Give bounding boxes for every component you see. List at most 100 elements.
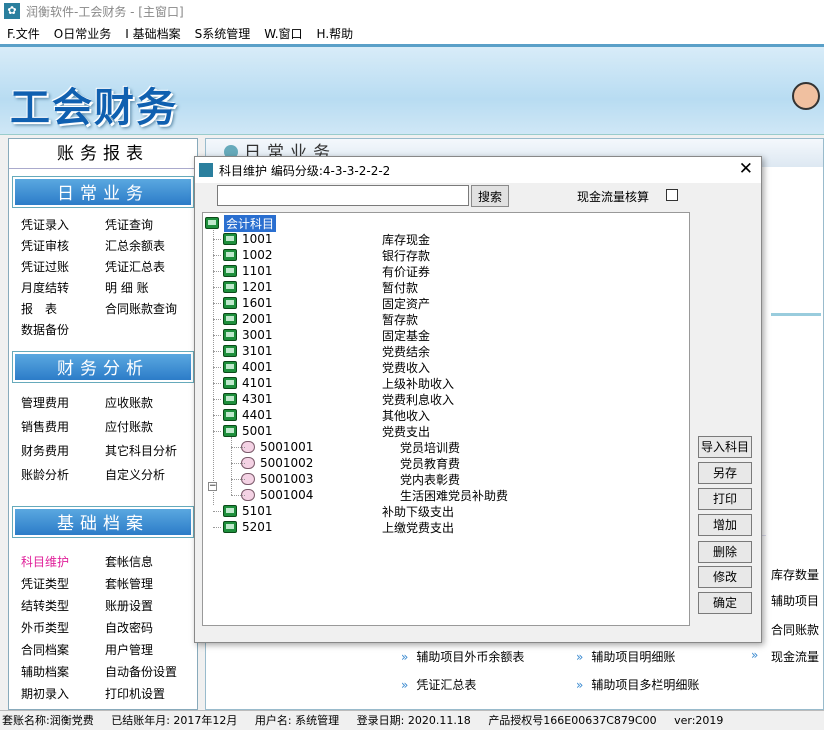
nav-item[interactable]: 账册设置: [105, 596, 197, 617]
account-name: 党员教育费: [400, 456, 461, 471]
nav-item[interactable]: 合同档案: [21, 640, 105, 661]
right-label-aux[interactable]: 辅助项目: [771, 592, 819, 609]
tree-node[interactable]: 4401 其他收入: [223, 407, 430, 423]
tree-guide-line: [231, 437, 232, 495]
tree-node[interactable]: 5101 补助下级支出: [223, 503, 454, 519]
menu-help[interactable]: H.帮助: [310, 25, 361, 42]
tree-node[interactable]: 5001004 生活困难党员补助费: [241, 487, 508, 503]
nav-item[interactable]: 应付账款: [105, 417, 197, 438]
ledger-icon: [223, 393, 237, 405]
ledger-icon: [223, 281, 237, 293]
right-label-contract[interactable]: 合同账款: [771, 621, 819, 638]
nav-item[interactable]: 销售费用: [21, 417, 105, 438]
nav-item[interactable]: 打印机设置: [105, 684, 197, 705]
user-avatar-icon[interactable]: [792, 82, 820, 110]
tree-root[interactable]: 会计科目: [205, 214, 277, 232]
nav-item[interactable]: 期初录入: [21, 684, 105, 705]
add-button[interactable]: 增加: [698, 514, 752, 536]
menu-window[interactable]: W.窗口: [257, 25, 309, 42]
nav-item[interactable]: 明 细 账: [105, 278, 197, 299]
tree-node[interactable]: 4101 上级补助收入: [223, 375, 454, 391]
section-daily[interactable]: 日常业务: [12, 176, 194, 208]
tree-node[interactable]: 1201 暂付款: [223, 279, 418, 295]
tree-node[interactable]: 5001002 党员教育费: [241, 455, 460, 471]
nav-item[interactable]: 自定义分析: [105, 465, 197, 486]
nav-item[interactable]: 凭证审核: [21, 236, 105, 257]
nav-item[interactable]: 数据备份: [21, 320, 105, 341]
link-aux-multi-detail[interactable]: » 辅助项目多栏明细账: [576, 676, 699, 693]
account-code: 5101: [242, 504, 273, 518]
section-archive[interactable]: 基础档案: [12, 506, 194, 538]
right-label-cashflow[interactable]: 现金流量: [771, 648, 819, 665]
account-tree[interactable]: − 会计科目 1001 库存现金 1002 银行存款 1101 有价证券 1201 暂付款 160…: [202, 212, 690, 626]
nav-item[interactable]: 外币类型: [21, 618, 105, 639]
nav-item[interactable]: 月度结转: [21, 278, 105, 299]
nav-item[interactable]: 其它科目分析: [105, 441, 197, 462]
nav-item[interactable]: 凭证录入: [21, 215, 105, 236]
collapse-icon[interactable]: −: [208, 482, 217, 491]
section-analysis[interactable]: 财务分析: [12, 351, 194, 383]
ledger-icon: [223, 409, 237, 421]
tree-node[interactable]: 2001 暂存款: [223, 311, 418, 327]
nav-item[interactable]: 凭证类型: [21, 574, 105, 595]
menu-daily[interactable]: O日常业务: [47, 25, 118, 42]
link-aux-detail[interactable]: » 辅助项目明细账: [576, 648, 675, 665]
nav-item[interactable]: 凭证过账: [21, 257, 105, 278]
account-name: 党费利息收入: [382, 392, 455, 407]
account-code: 2001: [242, 312, 273, 326]
link-voucher-summary[interactable]: » 凭证汇总表: [401, 676, 476, 693]
tree-node[interactable]: 3001 固定基金: [223, 327, 430, 343]
confirm-button[interactable]: 确定: [698, 592, 752, 614]
nav-item[interactable]: 应收账款: [105, 393, 197, 414]
tree-node[interactable]: 3101 党费结余: [223, 343, 430, 359]
search-input[interactable]: [217, 185, 469, 206]
tree-node[interactable]: 1601 固定资产: [223, 295, 430, 311]
tree-guide-line: [213, 255, 221, 256]
nav-item[interactable]: 套帐信息: [105, 552, 197, 573]
tree-guide-line: [213, 335, 221, 336]
delete-button[interactable]: 删除: [698, 541, 752, 563]
menu-system[interactable]: S系统管理: [188, 25, 258, 42]
nav-item-active[interactable]: 科目维护: [21, 552, 105, 573]
right-label-stock[interactable]: 库存数量: [771, 566, 819, 583]
nav-item[interactable]: 辅助档案: [21, 662, 105, 683]
tree-guide-line: [213, 287, 221, 288]
search-button[interactable]: 搜索: [471, 185, 509, 207]
link-aux-fx-balance[interactable]: » 辅助项目外币余额表: [401, 648, 524, 665]
tree-node[interactable]: 1001 库存现金: [223, 231, 430, 247]
link-label: 凭证汇总表: [416, 678, 477, 692]
nav-item[interactable]: 结转类型: [21, 596, 105, 617]
nav-item[interactable]: 合同账款查询: [105, 299, 197, 320]
nav-item[interactable]: 财务费用: [21, 441, 105, 462]
nav-item[interactable]: 自改密码: [105, 618, 197, 639]
nav-item[interactable]: 汇总余额表: [105, 236, 197, 257]
tree-guide-line: [213, 399, 221, 400]
nav-item[interactable]: 管理费用: [21, 393, 105, 414]
edit-button[interactable]: 修改: [698, 566, 752, 588]
tree-node[interactable]: 1101 有价证券: [223, 263, 430, 279]
tree-node[interactable]: 5001 党费支出: [223, 423, 430, 439]
tree-node[interactable]: 4301 党费利息收入: [223, 391, 454, 407]
window-title: 润衡软件-工会财务 - [主窗口]: [26, 4, 184, 19]
cash-flow-checkbox[interactable]: [666, 189, 678, 201]
dialog-title: 科目维护 编码分级:4-3-3-2-2-2: [219, 163, 391, 178]
nav-item[interactable]: 凭证汇总表: [105, 257, 197, 278]
nav-item[interactable]: 账龄分析: [21, 465, 105, 486]
link-cashflow[interactable]: »: [751, 648, 766, 662]
tree-node[interactable]: 1002 银行存款: [223, 247, 430, 263]
tree-node[interactable]: 5201 上缴党费支出: [223, 519, 454, 535]
tree-node[interactable]: 5001003 党内表彰费: [241, 471, 460, 487]
tree-node[interactable]: 4001 党费收入: [223, 359, 430, 375]
nav-item[interactable]: 用户管理: [105, 640, 197, 661]
menu-archive[interactable]: I 基础档案: [118, 25, 187, 42]
print-button[interactable]: 打印: [698, 488, 752, 510]
nav-item[interactable]: 套帐管理: [105, 574, 197, 595]
close-icon[interactable]: ✕: [739, 160, 753, 178]
import-account-button[interactable]: 导入科目: [698, 436, 752, 458]
save-as-button[interactable]: 另存: [698, 462, 752, 484]
menu-file[interactable]: F.文件: [0, 25, 47, 42]
tree-node[interactable]: 5001001 党员培训费: [241, 439, 460, 455]
nav-item[interactable]: 凭证查询: [105, 215, 197, 236]
nav-item[interactable]: 报 表: [21, 299, 105, 320]
nav-item[interactable]: 自动备份设置: [105, 662, 197, 683]
